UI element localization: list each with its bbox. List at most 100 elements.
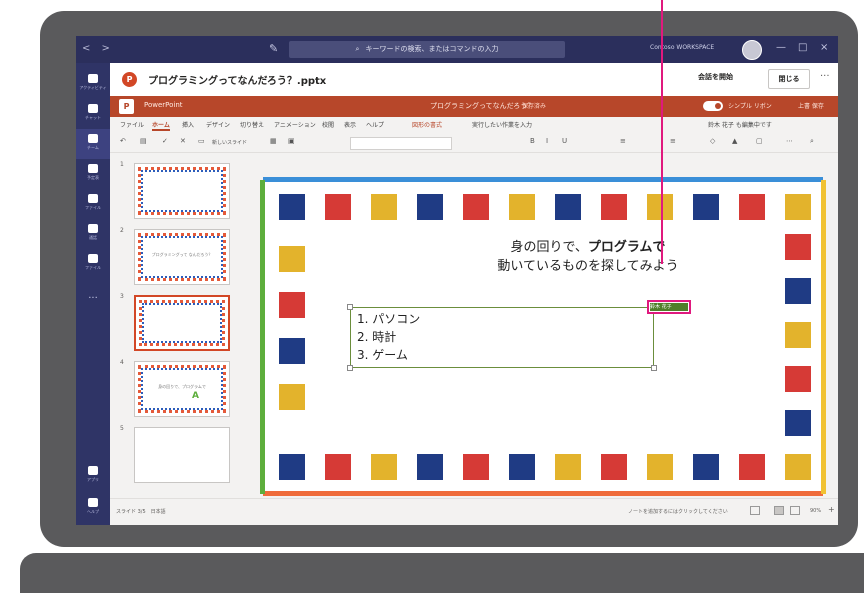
rail-item-calendar[interactable]: 予定表: [76, 159, 110, 189]
paste-icon[interactable]: ▤: [140, 137, 147, 145]
shapes-icon[interactable]: ◇: [710, 137, 715, 145]
rail-item-help[interactable]: ヘルプ: [76, 493, 110, 523]
more-options-icon[interactable]: ···: [820, 71, 830, 82]
chat-icon: [88, 104, 98, 113]
tab-home[interactable]: ホーム: [152, 120, 170, 131]
list-item: 2. 時計: [357, 330, 397, 344]
slide-count: スライド 3/5 日本語: [116, 509, 166, 515]
back-forward-icon[interactable]: < >: [82, 43, 114, 54]
teams-window: < > ✎ ⌕ キーワードの検索、またはコマンドの入力 Contoso WORKS…: [76, 36, 838, 525]
tab-transitions[interactable]: 切り替え: [240, 120, 264, 129]
laptop-base: [20, 553, 864, 593]
slide-thumbnail-1[interactable]: [134, 163, 230, 219]
find-icon[interactable]: ⌕: [810, 137, 814, 146]
notes-view-icon[interactable]: [750, 506, 760, 515]
tab-help[interactable]: ヘルプ: [366, 120, 384, 129]
decor-tile: [555, 454, 581, 480]
title-text: 身の回りで、: [510, 240, 588, 255]
picture-icon[interactable]: ▣: [288, 137, 295, 145]
minimize-icon[interactable]: —: [776, 42, 786, 53]
decor-tile: [785, 454, 811, 480]
decor-tile: [785, 410, 811, 436]
new-slide-icon[interactable]: ▭: [198, 137, 205, 145]
document-title: プログラミングってなんだろう？.pptx: [148, 76, 327, 87]
rail-item-files[interactable]: ファイル: [76, 189, 110, 219]
tab-insert[interactable]: 挿入: [182, 120, 194, 129]
search-input[interactable]: ⌕ キーワードの検索、またはコマンドの入力: [289, 41, 565, 58]
start-conversation-button[interactable]: 会話を開始: [698, 72, 733, 82]
thumb-number: 1: [120, 161, 124, 168]
zoom-in-icon[interactable]: +: [828, 505, 835, 514]
rail-item-chat[interactable]: チャット: [76, 99, 110, 129]
tab-animations[interactable]: アニメーション: [274, 120, 316, 129]
font-name-select[interactable]: [350, 137, 452, 150]
decor-tile: [739, 194, 765, 220]
thumb-number: 2: [120, 227, 124, 234]
simple-ribbon-toggle[interactable]: [703, 101, 723, 111]
resize-handle[interactable]: [347, 304, 353, 310]
maximize-icon[interactable]: □: [798, 42, 807, 53]
avatar[interactable]: [742, 40, 762, 60]
close-icon[interactable]: ×: [820, 42, 828, 53]
slide-canvas[interactable]: 身の回りで、プログラムで 動いているものを探してみよう 1. パソコン 2. 時計…: [260, 177, 826, 496]
outline-icon[interactable]: ▢: [756, 137, 763, 145]
decor-tile: [325, 454, 351, 480]
rail-item-activity[interactable]: アクティビティ: [76, 69, 110, 99]
slide-title[interactable]: 身の回りで、プログラムで 動いているものを探してみよう: [433, 238, 743, 276]
status-bar: スライド 3/5 日本語 ノートを追加するにはクリックしてください 90% +: [110, 498, 838, 525]
decor-tile: [739, 454, 765, 480]
bold-icon[interactable]: B: [530, 137, 535, 145]
tab-shape-format[interactable]: 図形の書式: [412, 120, 442, 129]
slide-thumbnail-2[interactable]: プログラミングって なんだろう？: [134, 229, 230, 285]
editor-status[interactable]: 上書 保存: [798, 101, 824, 110]
resize-handle[interactable]: [651, 365, 657, 371]
decor-tile: [279, 292, 305, 318]
decor-tile: [693, 454, 719, 480]
tab-file[interactable]: ファイル: [120, 120, 144, 129]
rail-item-teams[interactable]: チーム: [76, 129, 110, 159]
tell-me-search[interactable]: 実行したい作業を入力: [472, 120, 532, 129]
org-name[interactable]: Contoso WORKSPACE: [650, 44, 714, 51]
align-icon[interactable]: ≡: [670, 137, 676, 145]
tab-view[interactable]: 表示: [344, 120, 356, 129]
rail-item-calls[interactable]: 通話: [76, 219, 110, 249]
tab-review[interactable]: 校閲: [322, 120, 334, 129]
bullets-icon[interactable]: ≡: [620, 137, 626, 145]
decor-tile: [601, 194, 627, 220]
undo-icon[interactable]: ↶: [120, 137, 126, 145]
compose-icon[interactable]: ✎: [269, 42, 278, 55]
slide-thumbnail-4[interactable]: 身の回りで、プログラムで: [134, 361, 230, 417]
fill-color-icon[interactable]: ▲: [732, 137, 737, 145]
powerpoint-logo-icon: P: [119, 99, 134, 114]
new-slide-button[interactable]: 新しいスライド: [212, 139, 247, 146]
calendar-icon: [88, 164, 98, 173]
sorter-view-icon[interactable]: [790, 506, 800, 515]
underline-icon[interactable]: U: [562, 137, 567, 145]
ribbon-more-icon[interactable]: ⋯: [786, 137, 793, 145]
normal-view-icon[interactable]: [774, 506, 784, 515]
resize-handle[interactable]: [347, 365, 353, 371]
cut-icon[interactable]: ✕: [180, 137, 186, 145]
slide-border-bottom: [263, 491, 823, 496]
decor-tile: [785, 194, 811, 220]
close-document-button[interactable]: 閉じる: [768, 69, 810, 89]
italic-icon[interactable]: I: [546, 137, 548, 145]
notes-prompt[interactable]: ノートを追加するにはクリックしてください: [628, 508, 728, 515]
slide-thumbnail-5[interactable]: [134, 427, 230, 483]
rail-item-apps[interactable]: アプリ: [76, 461, 110, 491]
thumb-number: 3: [120, 293, 124, 300]
rail-item-file[interactable]: ファイル: [76, 249, 110, 279]
ppt-document-name[interactable]: プログラミングってなんだろう？: [430, 101, 534, 111]
decor-tile: [371, 454, 397, 480]
coauthor-status: 鈴木 花子 も編集中です: [708, 122, 772, 129]
zoom-level[interactable]: 90%: [810, 508, 821, 514]
slide-thumbnail-3[interactable]: [134, 295, 230, 351]
simple-ribbon-label: シンプル リボン: [728, 103, 772, 110]
layout-icon[interactable]: ▦: [270, 137, 277, 145]
format-painter-icon[interactable]: ✓: [162, 137, 168, 145]
tab-design[interactable]: デザイン: [206, 120, 230, 129]
more-apps-icon[interactable]: ···: [76, 293, 110, 304]
decor-tile: [325, 194, 351, 220]
decor-tile: [509, 454, 535, 480]
list-textbox[interactable]: 1. パソコン 2. 時計 3. ゲーム: [347, 304, 657, 371]
